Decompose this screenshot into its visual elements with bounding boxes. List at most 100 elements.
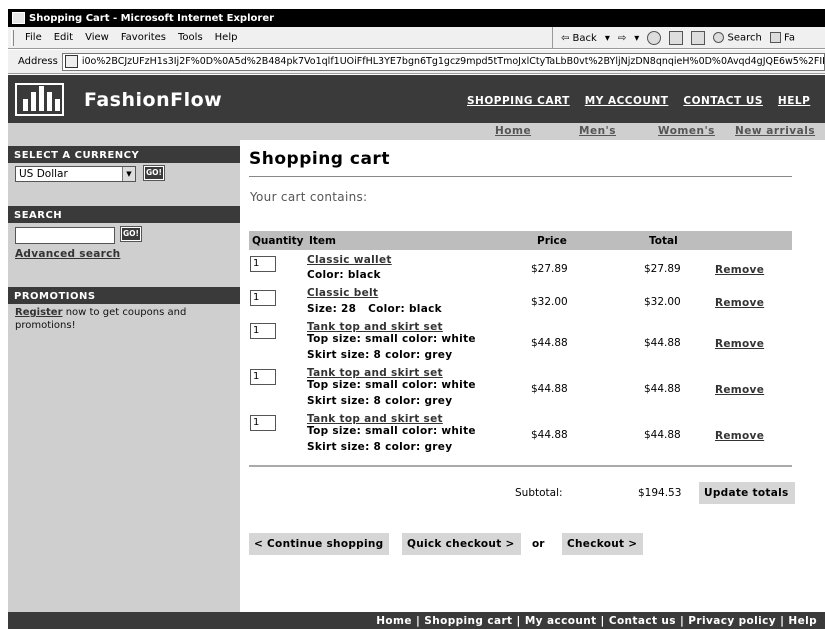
item-total: $27.89 [644, 263, 681, 275]
subnav-new-arrivals[interactable]: New arrivals [735, 125, 815, 137]
item-total: $32.00 [644, 296, 681, 308]
back-dropdown-icon[interactable]: ▾ [605, 33, 610, 44]
favorites-button-label: Fa [784, 32, 795, 44]
quantity-input[interactable]: 1 [250, 369, 276, 385]
checkout-button[interactable]: Checkout > [562, 533, 644, 555]
item-name-link[interactable]: Classic wallet [307, 254, 392, 266]
sub-nav: Home Men's Women's New arrivals [240, 123, 825, 140]
item-total: $44.88 [644, 429, 681, 441]
logo-icon[interactable] [15, 83, 64, 116]
page-title: Shopping cart [249, 149, 390, 169]
subtotal-value: $194.53 [638, 487, 682, 499]
update-totals-button[interactable]: Update totals [699, 482, 795, 504]
item-name-link[interactable]: Classic belt [307, 287, 378, 299]
address-input[interactable]: i0o%2BCJzUFzH1s3Ij2F%0D%0A5d%2B484pk7Vo1… [61, 52, 825, 71]
item-option: Top size: small color: white [307, 333, 476, 345]
remove-link[interactable]: Remove [715, 338, 764, 350]
header-item: Item [309, 235, 336, 247]
table-divider [249, 465, 792, 467]
register-link[interactable]: Register [15, 307, 63, 318]
advanced-search-link[interactable]: Advanced search [15, 248, 120, 260]
item-option: Skirt size: 8 color: grey [307, 349, 453, 361]
item-total: $44.88 [644, 337, 681, 349]
currency-heading: SELECT A CURRENCY [8, 146, 240, 163]
site-header: FashionFlow SHOPPING CART MY ACCOUNT CON… [8, 75, 825, 123]
subnav-home[interactable]: Home [495, 125, 531, 137]
menu-favorites[interactable]: Favorites [115, 32, 172, 43]
item-price: $27.89 [531, 263, 568, 275]
title-divider [249, 176, 792, 177]
item-price: $44.88 [531, 429, 568, 441]
quick-checkout-button[interactable]: Quick checkout > [402, 533, 521, 555]
stop-icon[interactable] [647, 31, 662, 45]
header-quantity: Quantity [252, 235, 304, 247]
forward-dropdown-icon[interactable]: ▾ [634, 33, 639, 44]
address-label: Address [18, 56, 58, 67]
quantity-input[interactable]: 1 [250, 290, 276, 306]
subnav-womens[interactable]: Women's [658, 125, 715, 137]
nav-my-account[interactable]: MY ACCOUNT [585, 95, 669, 107]
footer-links[interactable]: Home | Shopping cart | My account | Cont… [8, 612, 825, 629]
currency-select[interactable]: US Dollar ▼ [15, 166, 136, 182]
search-button[interactable]: Search [713, 32, 762, 44]
remove-link[interactable]: Remove [715, 384, 764, 396]
quantity-input[interactable]: 1 [250, 415, 276, 431]
address-url: i0o%2BCJzUFzH1s3Ij2F%0D%0A5d%2B484pk7Vo1… [81, 56, 825, 67]
browser-toolbar: ⇦ Back ▾ ⇨ ▾ Search Fa [552, 27, 825, 49]
internet-explorer-icon [12, 12, 25, 24]
search-icon [713, 32, 725, 44]
currency-go-button[interactable]: GO! [143, 165, 165, 181]
window-title-bar: Shopping Cart - Microsoft Internet Explo… [8, 9, 825, 27]
item-option: Color: black [307, 269, 381, 281]
refresh-icon[interactable] [669, 31, 684, 45]
item-price: $44.88 [531, 383, 568, 395]
brand-name[interactable]: FashionFlow [84, 89, 222, 111]
quantity-input[interactable]: 1 [250, 256, 276, 272]
header-price: Price [537, 235, 567, 247]
search-input[interactable] [15, 227, 115, 244]
quantity-input[interactable]: 1 [250, 323, 276, 339]
back-button[interactable]: ⇦ Back [561, 33, 597, 44]
promotions-heading: PROMOTIONS [8, 287, 240, 304]
item-price: $32.00 [531, 296, 568, 308]
currency-value: US Dollar [19, 168, 68, 180]
nav-contact-us[interactable]: CONTACT US [683, 95, 763, 107]
nav-help[interactable]: HELP [778, 95, 810, 107]
menu-help[interactable]: Help [209, 32, 244, 43]
item-option: Top size: small color: white [307, 425, 476, 437]
top-nav: SHOPPING CART MY ACCOUNT CONTACT US HELP [467, 95, 810, 107]
item-name-link[interactable]: Tank top and skirt set [307, 321, 443, 333]
continue-shopping-button[interactable]: < Continue shopping [249, 533, 390, 555]
item-name-link[interactable]: Tank top and skirt set [307, 367, 443, 379]
toolbar-grip [11, 29, 14, 46]
menu-file[interactable]: File [19, 32, 48, 43]
favorites-button[interactable]: Fa [769, 32, 795, 44]
page-icon [64, 55, 78, 68]
promo-text: Register now to get coupons and promotio… [15, 306, 230, 332]
item-option: Skirt size: 8 color: grey [307, 395, 453, 407]
item-total: $44.88 [644, 383, 681, 395]
forward-button[interactable]: ⇨ [618, 33, 626, 44]
cart-contains-text: Your cart contains: [250, 190, 368, 204]
remove-link[interactable]: Remove [715, 430, 764, 442]
item-name-link[interactable]: Tank top and skirt set [307, 413, 443, 425]
subnav-mens[interactable]: Men's [579, 125, 616, 137]
home-icon[interactable] [691, 31, 706, 45]
remove-link[interactable]: Remove [715, 297, 764, 309]
item-option: Size: 28 Color: black [307, 303, 442, 315]
window-title: Shopping Cart - Microsoft Internet Explo… [29, 12, 275, 24]
menu-bar: File Edit View Favorites Tools Help ⇦ Ba… [8, 27, 825, 49]
item-option: Top size: small color: white [307, 379, 476, 391]
menu-view[interactable]: View [79, 32, 115, 43]
item-price: $44.88 [531, 337, 568, 349]
search-button-label: Search [727, 32, 762, 44]
menu-edit[interactable]: Edit [48, 32, 79, 43]
address-bar: Address i0o%2BCJzUFzH1s3Ij2F%0D%0A5d%2B4… [8, 50, 825, 74]
search-heading: SEARCH [8, 206, 240, 223]
nav-shopping-cart[interactable]: SHOPPING CART [467, 95, 570, 107]
sidebar: SELECT A CURRENCY US Dollar ▼ GO! SEARCH… [8, 123, 240, 612]
chevron-down-icon: ▼ [122, 167, 135, 181]
search-go-button[interactable]: GO! [120, 226, 142, 242]
remove-link[interactable]: Remove [715, 264, 764, 276]
menu-tools[interactable]: Tools [172, 32, 209, 43]
